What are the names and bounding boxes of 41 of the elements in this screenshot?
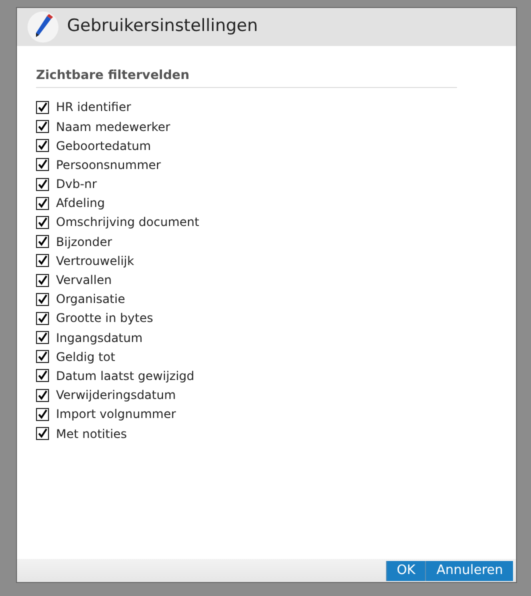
checkbox[interactable] <box>36 427 49 440</box>
cancel-button[interactable]: Annuleren <box>425 561 513 581</box>
checkbox-label: Met notities <box>56 426 127 443</box>
checkbox-label: Organisatie <box>56 291 126 308</box>
checkbox[interactable] <box>36 254 49 268</box>
checkbox[interactable] <box>36 331 49 344</box>
checkbox[interactable] <box>36 292 49 306</box>
checkbox-label: Vertrouwelijk <box>56 252 134 270</box>
checkbox-label: Ingangsdatum <box>56 330 143 347</box>
section-title: Zichtbare filtervelden <box>36 66 457 88</box>
checkbox-label: Grootte in bytes <box>56 310 154 328</box>
checkbox[interactable] <box>36 100 49 114</box>
checkbox-label: Bijzonder <box>56 234 112 251</box>
checkbox-label: Geboortedatum <box>56 138 151 155</box>
checkbox[interactable] <box>36 388 49 402</box>
checkbox[interactable] <box>36 408 49 421</box>
checkbox-label: Vervallen <box>56 272 112 290</box>
dialog-title: Gebruikersinstellingen <box>67 15 258 38</box>
checkbox-label: Datum laatst gewijzigd <box>56 368 194 385</box>
checkbox[interactable] <box>36 158 49 172</box>
checkbox[interactable] <box>36 369 49 382</box>
checkbox[interactable] <box>36 312 49 325</box>
checkbox-label: Dvb-nr <box>56 176 97 194</box>
checkbox[interactable] <box>36 235 49 248</box>
checkbox-label: HR identifier <box>56 99 132 116</box>
checkbox[interactable] <box>36 274 49 287</box>
checkbox[interactable] <box>36 216 49 229</box>
checkbox[interactable] <box>36 178 49 191</box>
checkbox-label: Afdeling <box>56 195 105 212</box>
checkbox-label: Geldig tot <box>56 348 116 366</box>
checkbox[interactable] <box>36 196 49 210</box>
ok-button[interactable]: OK <box>386 561 426 581</box>
checkbox-label: Naam medewerker <box>56 118 170 136</box>
checkbox[interactable] <box>36 350 49 364</box>
pen-icon <box>27 11 59 43</box>
checkbox-label: Import volgnummer <box>56 406 176 424</box>
checkbox[interactable] <box>36 139 49 152</box>
checkbox[interactable] <box>36 120 49 134</box>
checkbox-label: Persoonsnummer <box>56 156 161 174</box>
checkbox-label: Verwijderingsdatum <box>56 387 176 404</box>
checkbox-label: Omschrijving document <box>56 214 200 232</box>
